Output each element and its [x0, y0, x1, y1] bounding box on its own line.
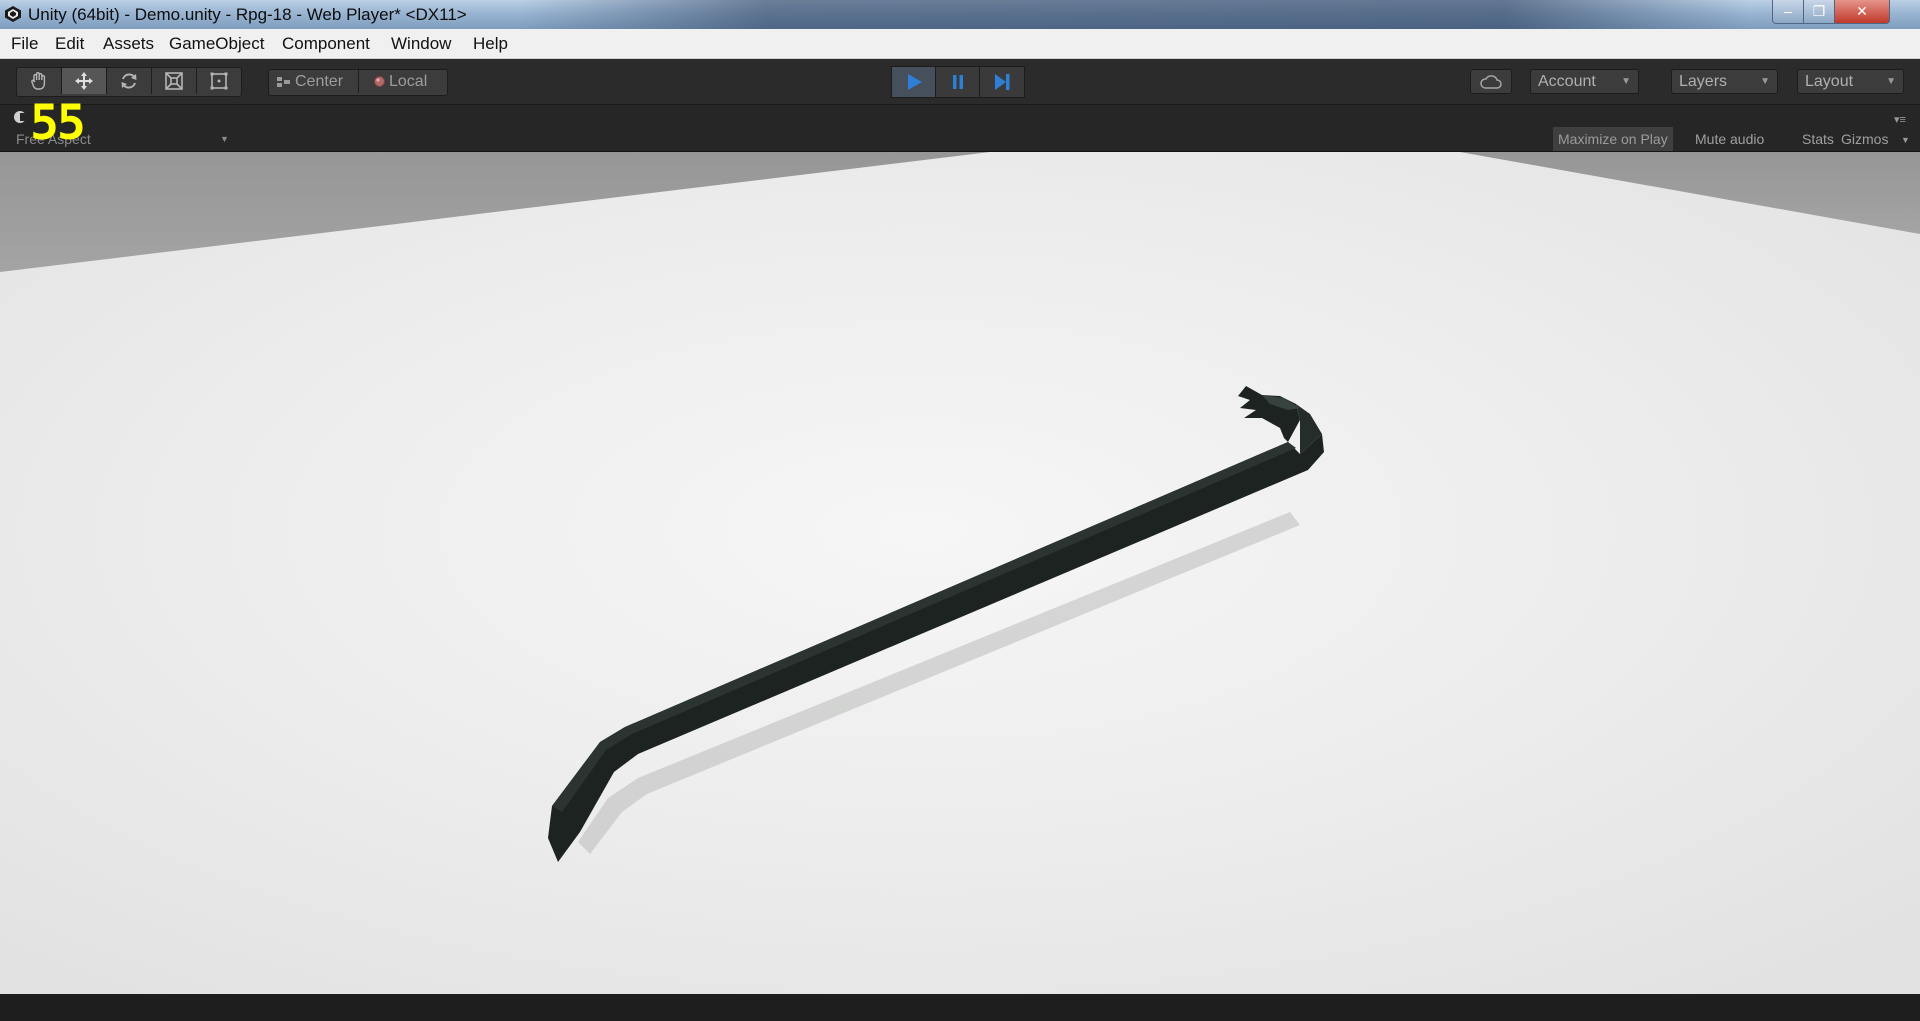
- scale-icon[interactable]: [152, 68, 197, 94]
- layers-dropdown[interactable]: Layers ▼: [1671, 69, 1778, 94]
- stats-toggle[interactable]: Stats: [1797, 127, 1839, 151]
- chevron-down-icon: ▼: [1901, 135, 1910, 145]
- menu-bar: File Edit Assets GameObject Component Wi…: [0, 29, 1920, 59]
- account-dropdown[interactable]: Account ▼: [1530, 69, 1639, 94]
- game-viewport[interactable]: [0, 152, 1920, 994]
- menu-edit[interactable]: Edit: [55, 34, 84, 54]
- layers-label: Layers: [1679, 73, 1728, 90]
- status-bar: [0, 994, 1920, 1021]
- layout-dropdown[interactable]: Layout ▼: [1797, 69, 1904, 94]
- game-tab-icon: [14, 111, 27, 123]
- mute-audio-toggle[interactable]: Mute audio: [1690, 127, 1769, 151]
- menu-help[interactable]: Help: [473, 34, 508, 54]
- menu-gameobject[interactable]: GameObject: [169, 34, 264, 54]
- scene-render: [0, 152, 1920, 994]
- cloud-button[interactable]: [1470, 69, 1512, 94]
- chevron-down-icon: ▼: [1886, 76, 1896, 87]
- unity-logo-icon: [5, 6, 21, 22]
- fps-counter: 55: [30, 95, 86, 151]
- space-local-button[interactable]: Local: [359, 70, 447, 93]
- space-label: Local: [389, 72, 428, 90]
- gizmos-dropdown[interactable]: Gizmos: [1836, 127, 1893, 151]
- layout-label: Layout: [1805, 73, 1854, 90]
- chevron-down-icon: ▼: [220, 134, 229, 144]
- menu-component[interactable]: Component: [282, 34, 370, 54]
- rect-icon[interactable]: [197, 68, 241, 94]
- step-icon: [995, 74, 1010, 90]
- menu-window[interactable]: Window: [391, 34, 451, 54]
- play-button[interactable]: [891, 66, 937, 98]
- move-icon[interactable]: [62, 68, 107, 94]
- account-label: Account: [1538, 73, 1596, 90]
- pivot-label: Center: [295, 72, 344, 90]
- chevron-down-icon: ▼: [1760, 76, 1770, 87]
- local-space-icon: [374, 76, 385, 87]
- pivot-toggles: Center Local: [268, 69, 448, 96]
- maximize-on-play-toggle[interactable]: Maximize on Play: [1553, 127, 1673, 151]
- chevron-down-icon: ▼: [1621, 76, 1631, 87]
- panel-menu-icon[interactable]: ▾≡: [1894, 113, 1906, 126]
- pivot-center-button[interactable]: Center: [269, 70, 359, 93]
- close-button[interactable]: ✕: [1834, 0, 1890, 24]
- menu-assets[interactable]: Assets: [103, 34, 154, 54]
- toolbar: Center Local Account ▼ Layers ▼ Layout ▼: [0, 59, 1920, 105]
- transform-tools: [16, 67, 242, 97]
- pause-button[interactable]: [935, 66, 981, 98]
- hand-icon[interactable]: [17, 68, 62, 94]
- cloud-icon: [1480, 74, 1502, 89]
- maximize-button[interactable]: ❐: [1803, 0, 1835, 24]
- pivot-icon: [277, 76, 290, 87]
- play-icon: [908, 74, 922, 90]
- window-title: Unity (64bit) - Demo.unity - Rpg-18 - We…: [28, 5, 467, 24]
- minimize-button[interactable]: –: [1772, 0, 1804, 24]
- pause-icon: [953, 75, 963, 89]
- step-button[interactable]: [979, 66, 1025, 98]
- menu-file[interactable]: File: [11, 34, 38, 54]
- rotate-icon[interactable]: [107, 68, 152, 94]
